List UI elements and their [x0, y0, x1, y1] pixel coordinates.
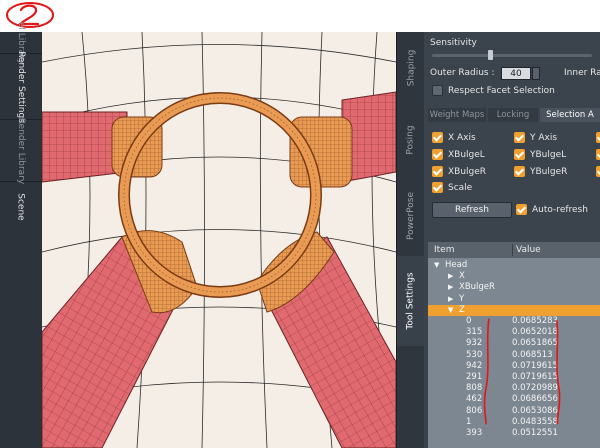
xbulger-label: XBulgeR	[448, 167, 487, 177]
sensitivity-slider-track[interactable]	[432, 54, 592, 57]
tab-render-settings[interactable]: Render Settings	[0, 51, 42, 122]
tree-row[interactable]: 1 0.0483558	[428, 417, 600, 428]
tree-item-value: 0.0685283	[512, 316, 558, 326]
tree-row[interactable]: 315 0.0652018	[428, 327, 600, 338]
annotation-area	[0, 0, 600, 32]
tab-weight-maps[interactable]: Weight Maps	[428, 108, 486, 122]
tree-item-value: 0.0652018	[512, 327, 558, 338]
tab-shaping[interactable]: Shaping	[397, 32, 425, 104]
value-column-header[interactable]: Value	[516, 242, 541, 258]
expand-arrow-down-icon[interactable]: ▼	[434, 260, 439, 271]
xbulger-checkbox[interactable]	[432, 166, 443, 177]
ybulger-checkbox[interactable]	[514, 166, 525, 177]
tree-item-name: 1	[466, 416, 472, 427]
scale-label: Scale	[448, 183, 473, 193]
tree-row[interactable]: 0 0.0685283	[428, 316, 600, 327]
3d-viewport[interactable]	[42, 32, 396, 448]
xbulgel-label: XBulgeL	[448, 150, 485, 160]
tree-row[interactable]: 462 0.0686656	[428, 394, 600, 405]
outer-radius-spinner[interactable]	[532, 67, 540, 80]
item-column-header[interactable]: Item	[434, 242, 455, 258]
right-tab-strip: Shaping Posing PowerPose Tool Settings	[396, 32, 425, 448]
tree-row[interactable]: 806 0.0653086	[428, 406, 600, 417]
tree-item-name: 942	[466, 360, 483, 371]
tab-posing[interactable]: Posing	[397, 104, 425, 176]
tree-row[interactable]: ▶ Y	[428, 294, 600, 305]
tree-item-name: 393	[466, 428, 483, 438]
respect-facet-checkbox[interactable]	[432, 85, 443, 96]
tree-item-value: 0.0720989	[512, 383, 558, 394]
tree-row[interactable]: 808 0.0720989	[428, 383, 600, 394]
tree-item-name: Head	[445, 260, 468, 270]
tree-item-value: 0.0719615	[512, 372, 558, 382]
auto-refresh-checkbox[interactable]	[516, 204, 527, 215]
tree-item-name: 462	[466, 394, 483, 405]
sensitivity-slider-thumb[interactable]	[487, 50, 493, 60]
inner-radius-label: Inner Rad	[564, 68, 600, 78]
tool-settings-panel: Sensitivity Outer Radius : 40 Inner Rad …	[424, 32, 600, 448]
tree-row[interactable]: ▼ Z	[428, 304, 600, 316]
selection-sub-tabs: Weight Maps Locking Selection A	[428, 108, 600, 122]
tab-scene[interactable]: Scene	[0, 182, 42, 232]
tree-row[interactable]: ▶ X	[428, 271, 600, 282]
tree-row[interactable]: 932 0.0651865	[428, 338, 600, 349]
ybulgel-checkbox[interactable]	[514, 149, 525, 160]
sensitivity-label: Sensitivity	[430, 38, 477, 48]
xbulgel-checkbox[interactable]	[432, 149, 443, 160]
selection-tree[interactable]: ▼ Head ▶ X ▶ XBulgeR ▶ Y ▼ Z 0 0.0685283 315 0.065201…	[428, 258, 600, 448]
tab-powerpose[interactable]: PowerPose	[397, 176, 425, 256]
expand-arrow-right-icon[interactable]: ▶	[448, 271, 453, 282]
tree-item-value: 0.068513	[512, 349, 553, 360]
tree-row[interactable]: 942 0.0719615	[428, 361, 600, 372]
tree-item-name: 0	[466, 316, 472, 326]
left-tab-strip: el Library Render Settings Render Librar…	[0, 21, 42, 448]
y-axis-label: Y Axis	[530, 133, 558, 143]
ybulger-label: YBulgeR	[530, 167, 568, 177]
tree-item-name: 530	[466, 349, 483, 360]
tab-render-library[interactable]: Render Library	[0, 117, 42, 184]
expand-arrow-right-icon[interactable]: ▶	[448, 282, 453, 293]
y-axis-checkbox[interactable]	[514, 132, 525, 143]
x-axis-checkbox[interactable]	[432, 132, 443, 143]
tree-item-value: 0.0686656	[512, 394, 558, 405]
ybulgel-label: YBulgeL	[530, 150, 567, 160]
zbulger-checkbox-partial[interactable]	[596, 166, 600, 177]
tree-item-name: 808	[466, 383, 483, 394]
tree-item-name: X	[459, 271, 465, 282]
tree-item-value: 0.0651865	[512, 338, 558, 349]
refresh-button[interactable]: Refresh	[432, 202, 512, 218]
expand-arrow-right-icon[interactable]: ▶	[448, 294, 453, 305]
tree-row[interactable]: ▼ Head	[428, 260, 600, 271]
tree-row[interactable]: 393 0.0512551	[428, 428, 600, 439]
auto-refresh-label: Auto-refresh	[532, 205, 588, 215]
tree-header: Item Value	[428, 242, 600, 258]
mesh-render	[42, 32, 396, 448]
x-axis-label: X Axis	[448, 133, 476, 143]
tree-item-name: Z	[459, 304, 465, 315]
tab-locking[interactable]: Locking	[488, 108, 538, 122]
respect-facet-label: Respect Facet Selection	[448, 86, 555, 96]
tab-selection-axes[interactable]: Selection A	[540, 108, 600, 122]
tree-row[interactable]: 530 0.068513	[428, 350, 600, 361]
tree-row[interactable]: ▶ XBulgeR	[428, 282, 600, 293]
tree-item-value: 0.0653086	[512, 405, 558, 416]
tree-row[interactable]: 291 0.0719615	[428, 372, 600, 383]
scale-checkbox[interactable]	[432, 182, 443, 193]
outer-radius-label: Outer Radius :	[430, 68, 495, 78]
annotation-number-2	[6, 2, 54, 28]
z-axis-checkbox-partial[interactable]	[596, 132, 600, 143]
tree-item-name: XBulgeR	[459, 282, 495, 293]
zbulgel-checkbox-partial[interactable]	[596, 149, 600, 160]
tree-item-name: 291	[466, 372, 483, 382]
tree-item-name: 932	[466, 338, 483, 349]
tree-item-value: 0.0483558	[512, 416, 558, 427]
tree-item-name: Y	[459, 293, 465, 304]
tree-item-value: 0.0719615	[512, 360, 558, 371]
expand-arrow-down-icon[interactable]: ▼	[448, 305, 453, 316]
tree-item-name: 315	[466, 327, 483, 338]
tab-tool-settings[interactable]: Tool Settings	[397, 256, 425, 346]
tree-item-name: 806	[466, 405, 483, 416]
outer-radius-input[interactable]: 40	[501, 67, 531, 80]
tree-item-value: 0.0512551	[512, 428, 558, 438]
